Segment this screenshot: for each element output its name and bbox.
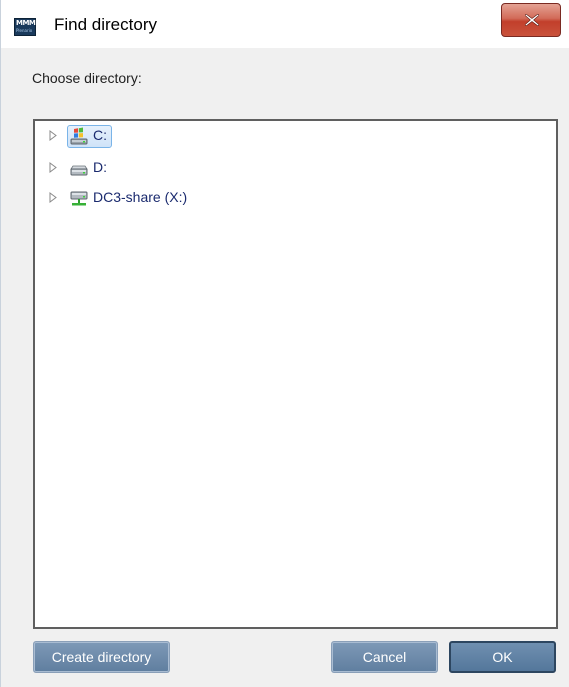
expand-arrow-icon[interactable]	[49, 162, 58, 173]
tree-item-x-drive[interactable]: DC3-share (X:)	[49, 187, 349, 211]
hard-drive-icon	[70, 165, 88, 176]
windows-drive-icon	[70, 127, 88, 145]
app-icon-subtext: Plenario	[16, 28, 33, 33]
tree-item-label: D:	[93, 159, 107, 175]
app-icon-text: MMM	[16, 19, 36, 27]
network-drive-icon	[70, 191, 88, 206]
tree-item-label: C:	[93, 127, 107, 143]
choose-directory-label: Choose directory:	[32, 70, 142, 86]
close-button[interactable]	[501, 3, 561, 37]
tree-item-label: DC3-share (X:)	[93, 189, 188, 205]
window-title: Find directory	[54, 15, 157, 34]
title-bar[interactable]: MMM Plenario Find directory	[1, 0, 569, 48]
app-icon: MMM Plenario	[14, 18, 36, 36]
close-icon	[525, 14, 539, 26]
ok-button[interactable]: OK	[449, 641, 556, 673]
expand-arrow-icon[interactable]	[49, 192, 58, 203]
cancel-button[interactable]: Cancel	[331, 641, 438, 673]
find-directory-dialog: MMM Plenario Find directory Choose direc…	[0, 0, 569, 687]
create-directory-button[interactable]: Create directory	[33, 641, 170, 673]
tree-item-c-drive[interactable]: C:	[49, 125, 349, 149]
expand-arrow-icon[interactable]	[49, 130, 58, 141]
directory-tree[interactable]: C: D: DC3-share (X:)	[33, 119, 558, 629]
tree-item-d-drive[interactable]: D:	[49, 157, 349, 181]
